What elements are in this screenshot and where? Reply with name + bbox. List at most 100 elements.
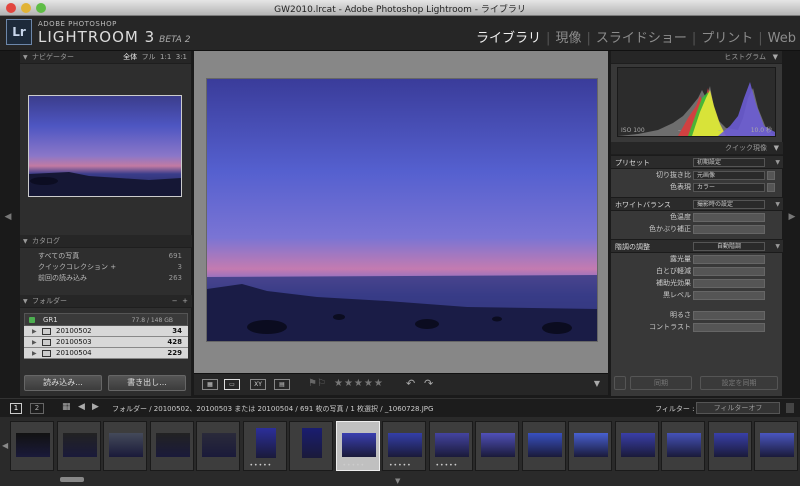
forward-arrow-icon[interactable]: ▶: [92, 402, 99, 412]
folders-header[interactable]: ▼ フォルダー − +: [20, 295, 192, 308]
left-panel-toggle-icon[interactable]: ◀: [4, 210, 12, 224]
grid-view-icon[interactable]: ▦: [202, 379, 218, 390]
wb-select[interactable]: 撮影時の設定: [693, 200, 765, 209]
rotate-right-icon[interactable]: ↷: [424, 377, 433, 390]
module-print[interactable]: プリント: [701, 31, 753, 46]
filmstrip-thumbnail[interactable]: •••••: [335, 421, 380, 471]
catalog-header[interactable]: ▼ カタログ: [20, 235, 192, 248]
folder-item[interactable]: ▶ 20100503 428: [24, 337, 188, 348]
filmstrip-scrollbar[interactable]: [60, 477, 84, 482]
auto-tone-button[interactable]: 自動階調: [693, 242, 765, 251]
toolbar-options-icon[interactable]: ▼: [594, 379, 600, 388]
volume-gr1[interactable]: GR1 77.8 / 148 GB: [24, 313, 188, 326]
filmstrip-scroll-left-icon[interactable]: ◀: [2, 441, 8, 450]
folders-title: フォルダー: [32, 297, 67, 305]
rating-stars[interactable]: ★★★★★: [334, 378, 384, 389]
flag-icon[interactable]: ⚑⚐: [308, 378, 326, 389]
filmstrip-thumbnail[interactable]: •••••: [428, 421, 473, 471]
filmstrip-collapse-icon[interactable]: ▼: [395, 477, 400, 485]
exposure-stepper[interactable]: [693, 255, 765, 264]
sync-toggle-icon[interactable]: [614, 376, 626, 390]
filmstrip-thumbnail[interactable]: [475, 421, 519, 471]
rotate-left-icon[interactable]: ↶: [406, 377, 415, 390]
collapse-triangle-icon: ▼: [23, 54, 28, 61]
tint-stepper[interactable]: [693, 225, 765, 234]
right-panel: ヒストグラム ▼ ISO 100 – – 10.0 秒 クイック現像 ▼ プリセット…: [610, 51, 783, 396]
preset-section[interactable]: プリセット 初期設定 ▼: [611, 155, 783, 169]
thumbnail-image: [713, 433, 748, 457]
window-2-button[interactable]: 2: [30, 403, 44, 414]
filmstrip-thumbnail[interactable]: [56, 421, 101, 471]
right-panel-toggle-icon[interactable]: ▶: [788, 210, 796, 224]
module-slideshow[interactable]: スライドショー: [596, 31, 687, 46]
color-label: 色表現: [670, 183, 691, 191]
source-path[interactable]: フォルダー / 20100502、20100503 または 20100504 /…: [112, 404, 433, 414]
filmstrip-options-icon[interactable]: [786, 403, 794, 413]
recovery-stepper[interactable]: [693, 267, 765, 276]
left-panel: ▼ ナビゲーター 全体 フル 1:1 3:1 ▼ カタログ すべての写真 691 ク…: [20, 51, 192, 396]
collapse-triangle-icon: ▼: [23, 298, 28, 305]
filmstrip-thumbnail[interactable]: •••••: [382, 421, 426, 471]
filmstrip-thumbnail[interactable]: [10, 421, 54, 471]
thumbnail-image: [760, 433, 794, 457]
navigator-preview[interactable]: [28, 95, 182, 197]
preset-select[interactable]: 初期設定: [693, 158, 765, 167]
catalog-all-photos[interactable]: すべての写真 691: [20, 251, 192, 262]
thumbnail-image: [527, 433, 562, 457]
loupe-view-icon[interactable]: ▭: [224, 379, 240, 390]
sync-settings-button[interactable]: 設定を同期: [700, 376, 778, 390]
quick-develop-header[interactable]: クイック現像 ▼: [611, 142, 783, 155]
blacks-stepper[interactable]: [693, 291, 765, 300]
thumbnail-rating: •••••: [249, 462, 273, 469]
tone-label: 階調の調整: [615, 243, 650, 251]
filter-select[interactable]: フィルターオフ: [696, 402, 780, 414]
module-develop[interactable]: 現像: [555, 31, 581, 46]
thumbnail-image: [620, 433, 655, 457]
contrast-stepper[interactable]: [693, 323, 765, 332]
crop-stepper[interactable]: [767, 171, 775, 180]
white-balance-section[interactable]: ホワイトバランス 撮影時の設定 ▼: [611, 197, 783, 211]
histogram-header[interactable]: ヒストグラム ▼: [611, 51, 782, 64]
remove-folder-button: −: [171, 297, 178, 305]
filmstrip-thumbnail[interactable]: [661, 421, 705, 471]
export-button[interactable]: 書き出し...: [108, 375, 186, 391]
filmstrip-thumbnail[interactable]: •••••: [242, 421, 287, 471]
folder-item[interactable]: ▶ 20100502 34: [24, 326, 188, 337]
filmstrip-thumbnail[interactable]: [568, 421, 612, 471]
brightness-stepper[interactable]: [693, 311, 765, 320]
window-1-button[interactable]: 1: [10, 403, 22, 414]
catalog-quick-collection[interactable]: クイックコレクション +3: [20, 262, 192, 273]
filmstrip-thumbnail[interactable]: [103, 421, 147, 471]
folder-item[interactable]: ▶ 20100504 229: [24, 348, 188, 359]
window-title: GW2010.lrcat - Adobe Photoshop Lightroom…: [274, 5, 526, 15]
main-photo[interactable]: [206, 78, 598, 342]
color-stepper[interactable]: [767, 183, 775, 192]
filmstrip-thumbnail[interactable]: [614, 421, 659, 471]
zoom-options[interactable]: 全体 フル 1:1 3:1: [123, 51, 187, 64]
thumbnail-image: [109, 433, 143, 457]
temp-stepper[interactable]: [693, 213, 765, 222]
compare-view-icon[interactable]: XY: [250, 379, 266, 390]
filmstrip-thumbnail[interactable]: [289, 421, 333, 471]
filmstrip-thumbnail[interactable]: [707, 421, 752, 471]
fill-light-stepper[interactable]: [693, 279, 765, 288]
back-arrow-icon[interactable]: ◀: [78, 402, 85, 412]
color-select[interactable]: カラー: [693, 183, 765, 192]
import-button[interactable]: 読み込み...: [24, 375, 102, 391]
catalog-previous-import[interactable]: 前回の読み込み 263: [20, 273, 192, 284]
navigator-header[interactable]: ▼ ナビゲーター 全体 フル 1:1 3:1: [20, 51, 191, 64]
filmstrip-thumbnail[interactable]: [521, 421, 566, 471]
filmstrip-thumbnail[interactable]: [754, 421, 798, 471]
sync-button[interactable]: 同期: [630, 376, 692, 390]
survey-view-icon[interactable]: ▤: [274, 379, 290, 390]
crop-select[interactable]: 元画像: [693, 171, 765, 180]
brightness-row: 明るさ: [611, 309, 783, 321]
filmstrip-thumbnail[interactable]: [196, 421, 240, 471]
grid-icon[interactable]: ▦: [62, 402, 71, 412]
tone-section[interactable]: 階調の調整 自動階調 ▼: [611, 239, 783, 253]
tint-row: 色かぶり補正: [611, 223, 783, 235]
folder-controls[interactable]: − +: [172, 295, 188, 308]
module-web[interactable]: Web: [768, 31, 796, 46]
filmstrip-thumbnail[interactable]: [149, 421, 194, 471]
module-library[interactable]: ライブラリ: [476, 31, 541, 46]
